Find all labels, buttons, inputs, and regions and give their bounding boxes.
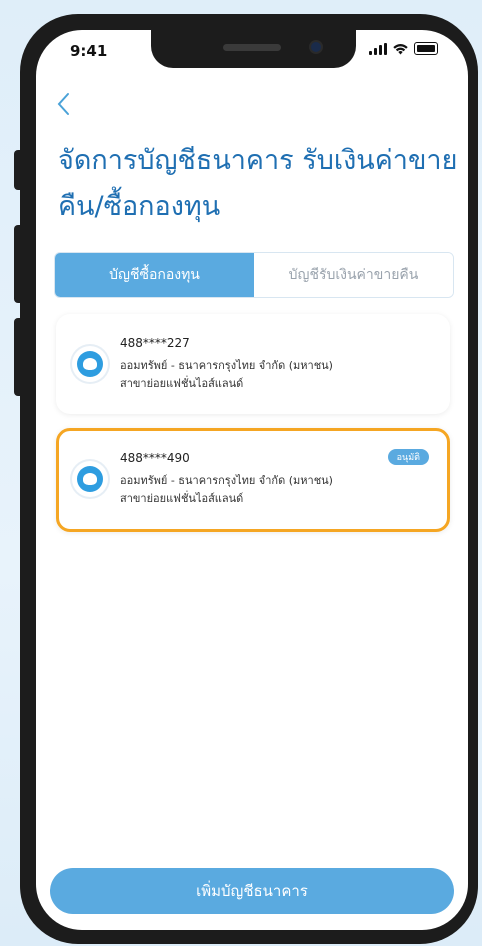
tab-purchase-accounts[interactable]: บัญชีซื้อกองทุน — [55, 253, 254, 297]
bank-logo-icon — [72, 346, 108, 382]
account-number: 488****227 — [120, 336, 190, 350]
account-type-bank: ออมทรัพย์ - ธนาคารกรุงไทย จำกัด (มหาชน) — [120, 474, 333, 487]
bank-logo-icon — [72, 461, 108, 497]
wifi-icon — [393, 43, 408, 54]
bank-account-card[interactable]: 488****227 ออมทรัพย์ - ธนาคารกรุงไทย จำก… — [56, 314, 450, 414]
speaker — [223, 44, 281, 51]
bank-account-card-selected[interactable]: 488****490 ออมทรัพย์ - ธนาคารกรุงไทย จำก… — [56, 428, 450, 532]
signal-icon — [369, 42, 387, 55]
status-icons — [369, 42, 438, 55]
account-type-bank: ออมทรัพย์ - ธนาคารกรุงไทย จำกัด (มหาชน) — [120, 359, 333, 372]
account-branch: สาขาย่อยแฟชั่นไอส์แลนด์ — [120, 492, 244, 505]
account-tabs: บัญชีซื้อกองทุน บัญชีรับเงินค่าขายคืน — [54, 252, 454, 298]
add-bank-account-button[interactable]: เพิ่มบัญชีธนาคาร — [50, 868, 454, 914]
phone-screen: 9:41 จัดการบัญชีธนาคาร รับเงินค่าขายคืน/… — [36, 30, 468, 930]
page-title: จัดการบัญชีธนาคาร รับเงินค่าขายคืน/ซื้อก… — [58, 145, 458, 222]
account-branch: สาขาย่อยแฟชั่นไอส์แลนด์ — [120, 377, 244, 390]
notch — [151, 30, 356, 68]
account-number: 488****490 — [120, 451, 190, 465]
status-badge: อนุมัติ — [387, 449, 429, 465]
battery-icon — [414, 42, 438, 55]
tab-redemption-accounts[interactable]: บัญชีรับเงินค่าขายคืน — [254, 253, 453, 297]
back-button[interactable] — [56, 92, 70, 121]
status-time: 9:41 — [70, 42, 108, 60]
camera-icon — [311, 42, 321, 52]
chevron-left-icon — [57, 93, 69, 115]
phone-frame: 9:41 จัดการบัญชีธนาคาร รับเงินค่าขายคืน/… — [20, 14, 478, 944]
